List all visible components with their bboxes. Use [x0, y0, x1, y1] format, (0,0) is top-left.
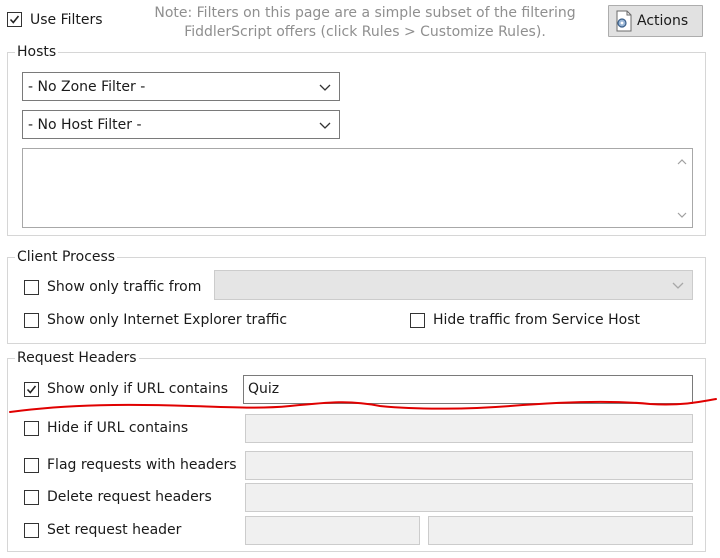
- chevron-down-icon: [319, 122, 331, 129]
- hide-url-label: Hide if URL contains: [47, 420, 189, 436]
- actions-label: Actions: [637, 13, 689, 29]
- hide-url-checkbox[interactable]: [24, 421, 39, 436]
- flag-headers-checkbox[interactable]: [24, 458, 39, 473]
- show-only-ie-checkbox[interactable]: [24, 313, 39, 328]
- scroll-up-icon[interactable]: [677, 159, 687, 165]
- set-header-value-input[interactable]: [428, 516, 693, 545]
- set-header-name-input[interactable]: [245, 516, 420, 545]
- checkmark-icon: [9, 15, 20, 24]
- use-filters-checkbox[interactable]: [7, 12, 22, 27]
- show-only-traffic-from-checkbox[interactable]: [24, 280, 39, 295]
- chevron-down-icon: [672, 282, 684, 289]
- actions-icon: [616, 10, 632, 32]
- set-header-checkbox[interactable]: [24, 523, 39, 538]
- hide-service-host-checkbox[interactable]: [410, 313, 425, 328]
- hosts-textarea[interactable]: [22, 148, 693, 228]
- delete-headers-input[interactable]: [245, 483, 693, 512]
- delete-headers-label: Delete request headers: [47, 489, 212, 505]
- host-filter-select[interactable]: - No Host Filter -: [22, 110, 340, 139]
- zone-filter-value: - No Zone Filter -: [28, 79, 146, 95]
- use-filters-label: Use Filters: [30, 12, 103, 28]
- actions-button[interactable]: Actions: [608, 5, 703, 37]
- flag-headers-input[interactable]: [245, 451, 693, 480]
- note-line-1: Note: Filters on this page are a simple …: [154, 5, 576, 21]
- show-only-ie-label: Show only Internet Explorer traffic: [47, 312, 288, 328]
- show-only-traffic-from-label: Show only traffic from: [47, 279, 202, 295]
- hosts-scrollbar[interactable]: [672, 149, 692, 227]
- client-process-legend: Client Process: [15, 248, 118, 266]
- scroll-down-icon[interactable]: [677, 212, 687, 218]
- delete-headers-checkbox[interactable]: [24, 490, 39, 505]
- hosts-legend: Hosts: [15, 43, 59, 61]
- hide-service-host-label: Hide traffic from Service Host: [433, 312, 640, 328]
- annotation-underline: [9, 398, 717, 413]
- request-headers-legend: Request Headers: [15, 349, 139, 367]
- chevron-down-icon: [319, 84, 331, 91]
- flag-headers-label: Flag requests with headers: [47, 457, 237, 473]
- host-filter-value: - No Host Filter -: [28, 117, 142, 133]
- zone-filter-select[interactable]: - No Zone Filter -: [22, 72, 340, 101]
- set-header-label: Set request header: [47, 522, 182, 538]
- filters-note: Note: Filters on this page are a simple …: [125, 4, 605, 42]
- process-select[interactable]: [214, 270, 693, 300]
- note-line-2: FiddlerScript offers (click Rules > Cust…: [184, 24, 546, 40]
